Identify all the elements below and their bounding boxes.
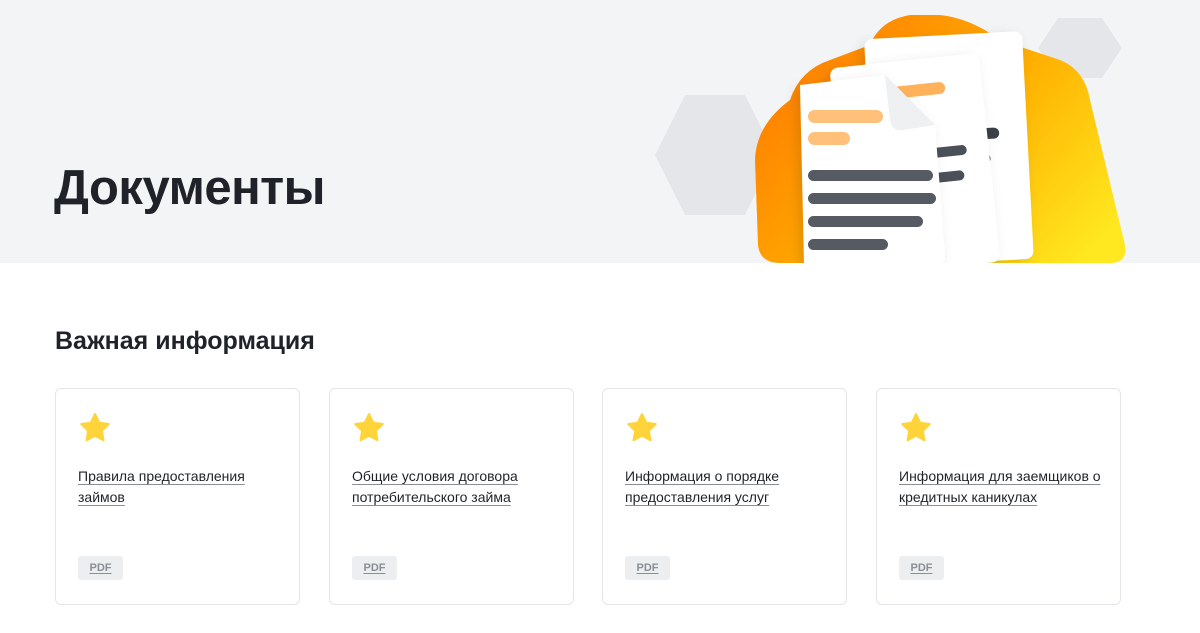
document-link[interactable]: Информация для заемщиков о кредитных кан… (899, 466, 1109, 508)
star-icon (80, 413, 110, 442)
star-icon (354, 413, 384, 442)
star-icon (901, 413, 931, 442)
pdf-badge[interactable]: PDF (78, 556, 123, 580)
section-title: Важная информация (55, 327, 315, 355)
document-link[interactable]: Правила предоставления займов (78, 466, 288, 508)
document-card[interactable]: Общие условия договора потребительского … (329, 388, 574, 605)
pdf-badge[interactable]: PDF (899, 556, 944, 580)
document-card[interactable]: Информация о порядке предоставления услу… (602, 388, 847, 605)
document-card[interactable]: Правила предоставления займов PDF (55, 388, 300, 605)
pdf-badge[interactable]: PDF (352, 556, 397, 580)
documents-illustration (655, 15, 1126, 263)
star-icon (627, 413, 657, 442)
page-title: Документы (54, 161, 326, 215)
pdf-badge[interactable]: PDF (625, 556, 670, 580)
document-card[interactable]: Информация для заемщиков о кредитных кан… (876, 388, 1121, 605)
hero-banner: Документы (0, 0, 1200, 263)
document-link[interactable]: Общие условия договора потребительского … (352, 466, 562, 508)
document-link[interactable]: Информация о порядке предоставления услу… (625, 466, 835, 508)
